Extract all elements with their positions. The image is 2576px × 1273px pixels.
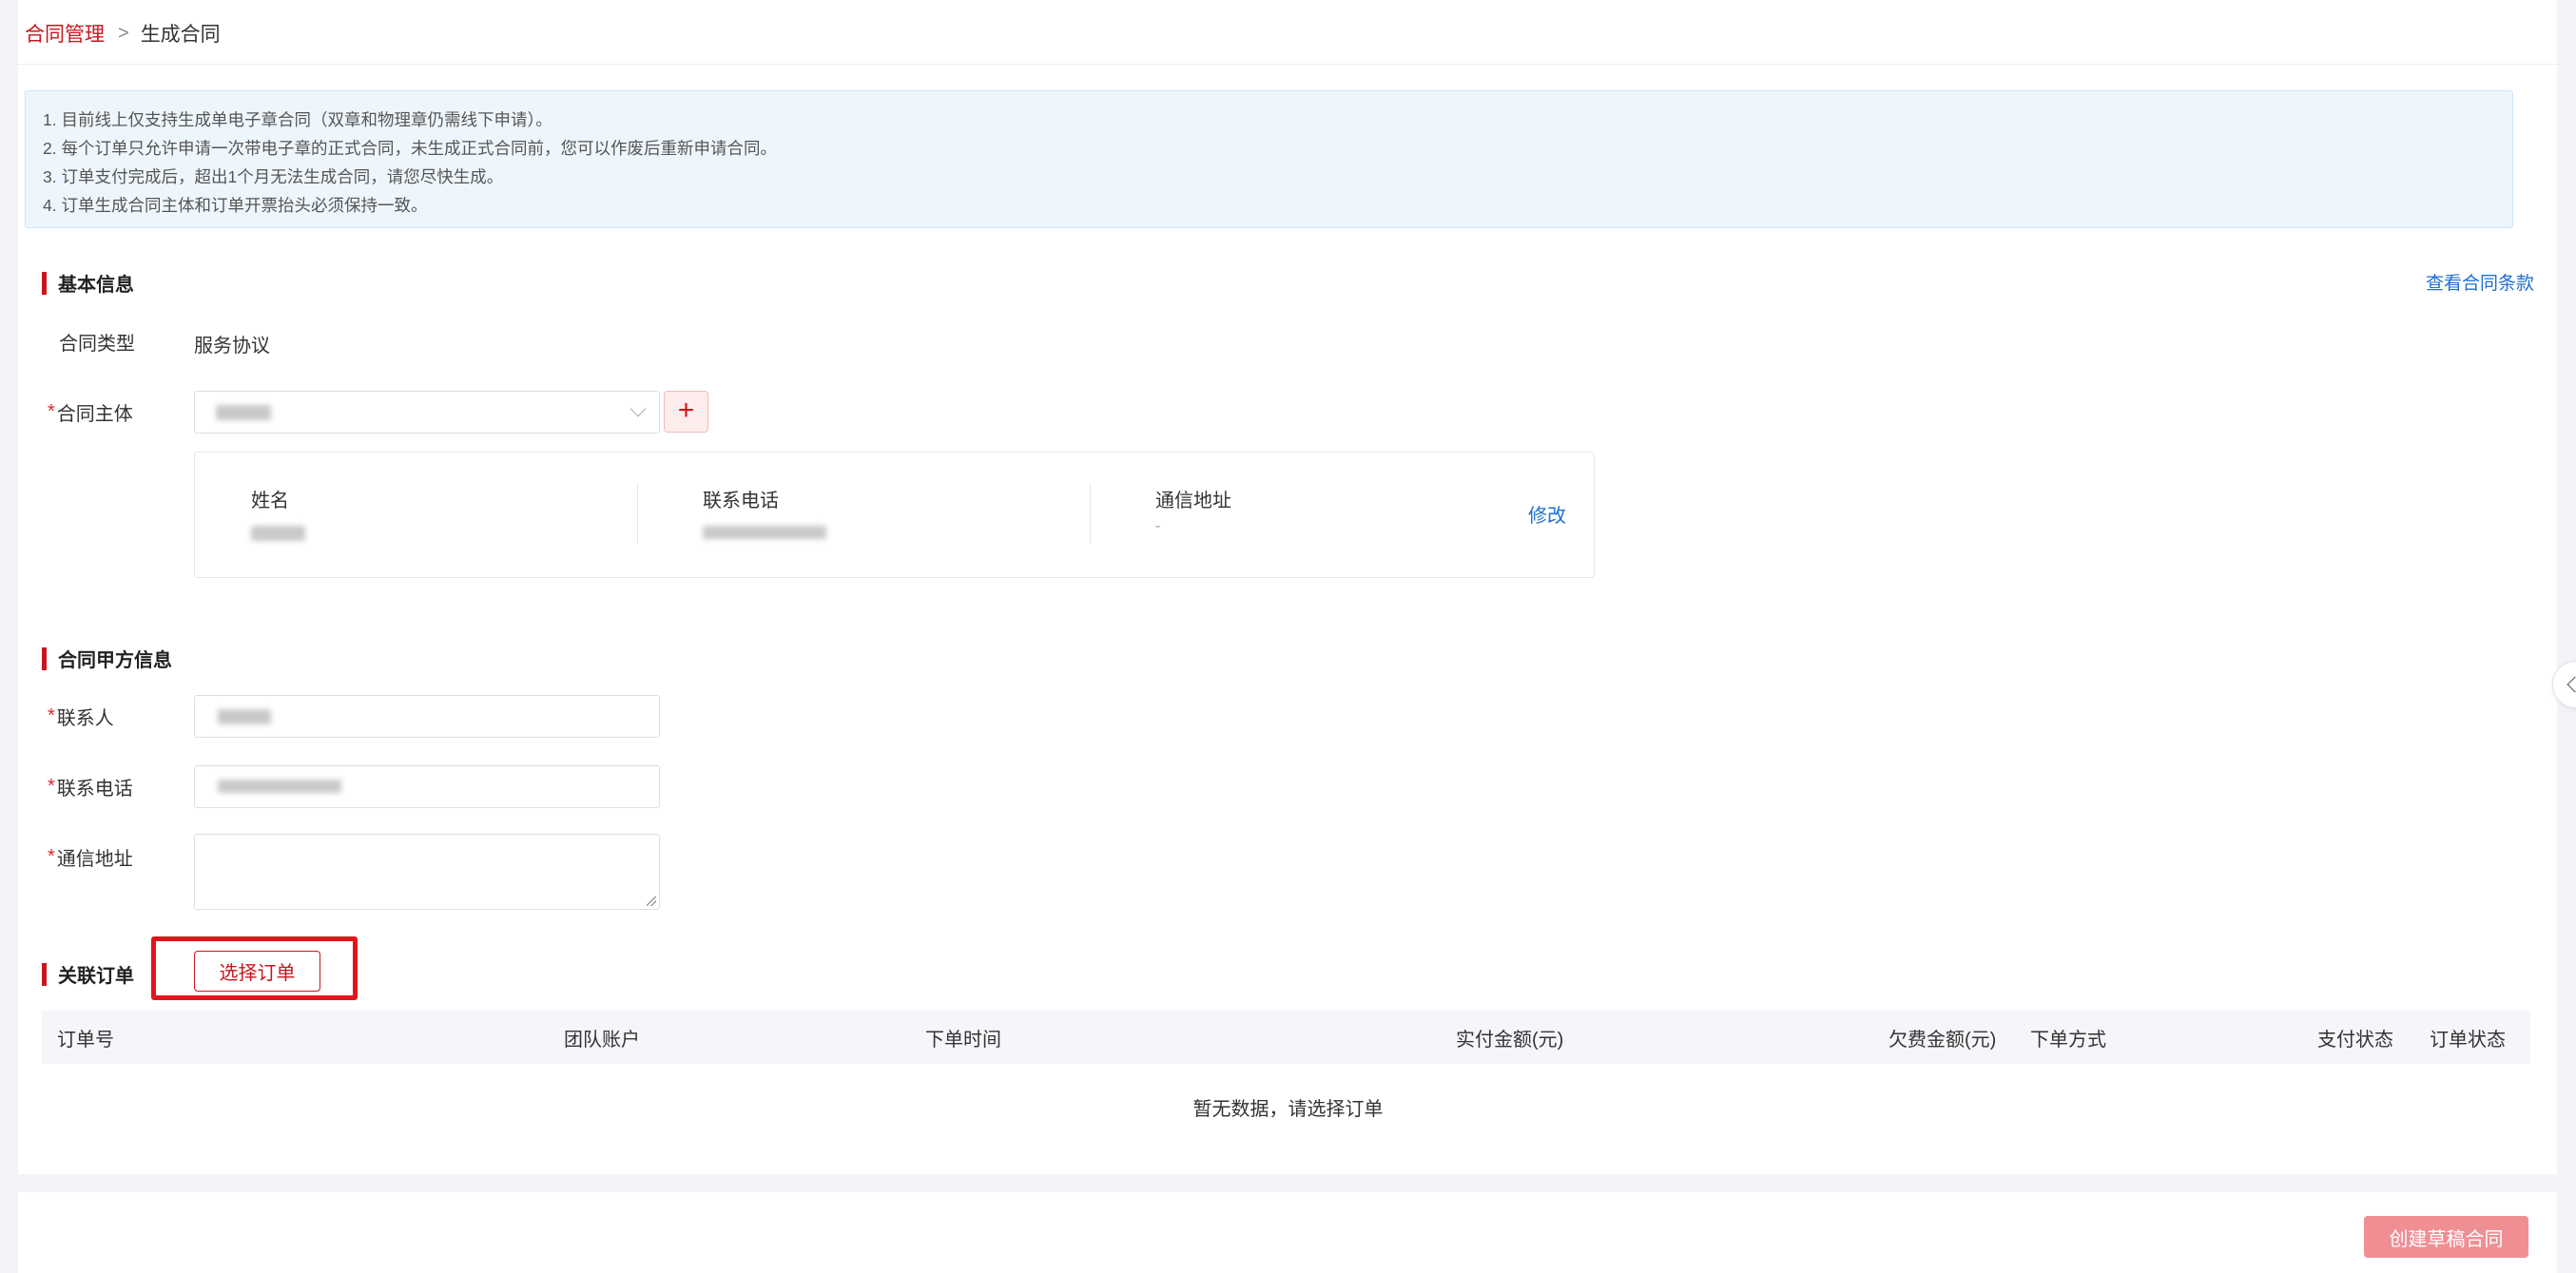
notice-line-3: 3. 订单支付完成后，超出1个月无法生成合同，请您尽快生成。 <box>43 167 504 186</box>
address-label-text: 通信地址 <box>56 848 133 870</box>
subject-address-column: 通信地址 - <box>1155 485 1231 535</box>
redacted-value <box>218 709 271 724</box>
contract-type-value: 服务协议 <box>194 336 270 357</box>
chevron-right-icon: > <box>118 22 129 44</box>
section-marker <box>42 646 47 670</box>
create-draft-contract-button[interactable]: 创建草稿合同 <box>2364 1216 2528 1258</box>
notice-line-4: 4. 订单生成合同主体和订单开票抬头必须保持一致。 <box>43 196 428 215</box>
resize-handle-icon[interactable] <box>647 897 656 906</box>
address-textarea[interactable] <box>194 834 660 910</box>
orders-table-header: 订单号 团队账户 下单时间 实付金额(元) 欠费金额(元) 下单方式 支付状态 … <box>42 1011 2530 1064</box>
edit-subject-link[interactable]: 修改 <box>1528 500 1566 528</box>
subject-address-value: - <box>1155 518 1161 534</box>
contract-subject-select[interactable] <box>194 391 660 434</box>
required-mark: * <box>48 845 55 867</box>
section-basic-info-title: 基本信息 <box>58 275 134 296</box>
subject-phone-label: 联系电话 <box>703 491 779 511</box>
required-mark: * <box>48 775 55 797</box>
section-party-a: 合同甲方信息 <box>42 645 172 672</box>
column-order-method: 下单方式 <box>2030 1029 2106 1051</box>
breadcrumb-current: 生成合同 <box>140 24 221 46</box>
contact-person-label-text: 联系人 <box>56 707 114 729</box>
column-order-status: 订单状态 <box>2430 1029 2506 1051</box>
redacted-phone <box>703 526 826 539</box>
contact-phone-input[interactable] <box>194 765 660 808</box>
notice-box: 1. 目前线上仅支持生成单电子章合同（双章和物理章仍需线下申请）。 2. 每个订… <box>25 90 2513 228</box>
orders-empty-state: 暂无数据，请选择订单 <box>1192 1099 1384 1120</box>
contract-type-label-text: 合同类型 <box>59 333 135 355</box>
contact-phone-label: * 联系电话 <box>48 765 133 807</box>
view-contract-terms-link[interactable]: 查看合同条款 <box>2426 269 2534 295</box>
required-mark: * <box>48 704 55 726</box>
subject-address-label: 通信地址 <box>1155 491 1231 511</box>
redacted-value <box>218 780 341 793</box>
add-subject-button[interactable]: + <box>664 391 708 433</box>
redacted-value <box>216 405 271 420</box>
redacted-name <box>251 526 305 541</box>
subject-info-card: 姓名 联系电话 通信地址 - 修改 <box>194 452 1595 578</box>
contract-type-label: 合同类型 <box>59 320 135 362</box>
breadcrumb-contract-management[interactable]: 合同管理 <box>25 19 105 48</box>
contract-subject-label: * 合同主体 <box>48 391 133 433</box>
contact-phone-label-text: 联系电话 <box>56 778 133 800</box>
column-divider <box>637 483 638 544</box>
chevron-down-icon <box>629 400 647 417</box>
column-payment-status: 支付状态 <box>2317 1029 2393 1051</box>
contact-person-input[interactable] <box>194 695 660 738</box>
section-related-orders-title: 关联订单 <box>58 966 134 987</box>
column-divider <box>1090 483 1091 544</box>
column-paid-amount: 实付金额(元) <box>1456 1029 1564 1051</box>
footer-card <box>18 1192 2557 1273</box>
section-marker <box>42 962 47 986</box>
notice-line-2: 2. 每个订单只允许申请一次带电子章的正式合同，未生成正式合同前，您可以作废后重… <box>43 139 777 158</box>
subject-name-label: 姓名 <box>251 491 289 511</box>
section-related-orders: 关联订单 <box>42 960 134 988</box>
address-label: * 通信地址 <box>48 836 133 878</box>
chevron-left-icon <box>2566 676 2576 693</box>
breadcrumb: 合同管理 > 生成合同 <box>25 17 221 49</box>
column-arrears-amount: 欠费金额(元) <box>1888 1029 1997 1051</box>
header-divider <box>0 64 2576 65</box>
select-order-button[interactable]: 选择订单 <box>194 951 320 992</box>
section-party-a-title: 合同甲方信息 <box>58 650 172 671</box>
column-order-time: 下单时间 <box>925 1029 1001 1051</box>
section-marker <box>42 271 47 295</box>
section-basic-info: 基本信息 <box>42 269 134 297</box>
column-order-number: 订单号 <box>57 1029 114 1051</box>
notice-line-1: 1. 目前线上仅支持生成单电子章合同（双章和物理章仍需线下申请）。 <box>43 110 552 129</box>
column-team-account: 团队账户 <box>564 1029 640 1051</box>
subject-name-column: 姓名 <box>251 485 305 541</box>
required-mark: * <box>48 400 55 422</box>
contact-person-label: * 联系人 <box>48 695 114 737</box>
subject-phone-column: 联系电话 <box>703 485 826 539</box>
contract-subject-label-text: 合同主体 <box>56 403 133 425</box>
